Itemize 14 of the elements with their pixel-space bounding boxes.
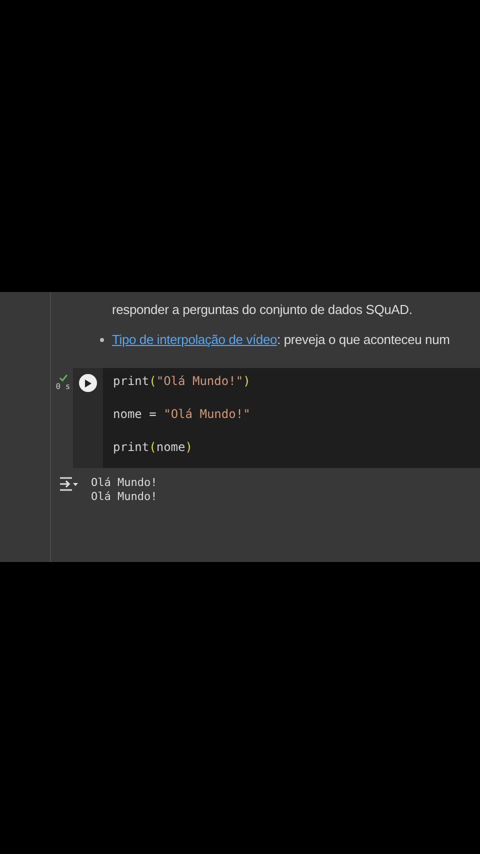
output-line: Olá Mundo! [91, 476, 158, 490]
run-button[interactable] [79, 374, 97, 392]
code-editor[interactable]: print("Olá Mundo!") nome = "Olá Mundo!" print(nome) [103, 368, 480, 468]
output-menu-icon[interactable] [59, 476, 79, 492]
paragraph-text: responder a perguntas do conjunto de dados SQuAD. [112, 301, 414, 319]
code-line: print(nome) [113, 440, 194, 456]
code-line: print("Olá Mundo!") [113, 374, 252, 390]
play-icon [84, 378, 92, 388]
execution-time: 0 s [56, 382, 70, 391]
bullet-icon [100, 338, 104, 342]
code-line: nome = "Olá Mundo!" [113, 407, 252, 423]
link[interactable]: Tipo de interpolação de vídeo [112, 332, 278, 347]
output-line: Olá Mundo! [91, 490, 158, 504]
bullet-text: Tipo de interpolação de vídeo: preveja o que aconteceu num [112, 331, 450, 349]
